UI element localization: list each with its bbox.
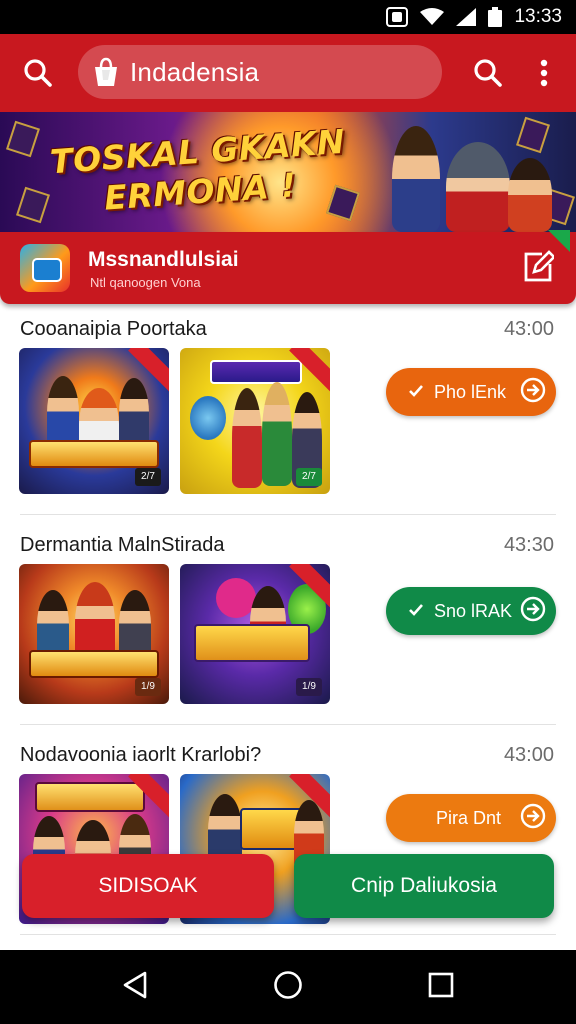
banner-card-decoration <box>6 120 40 158</box>
action-button-label: Pho lEnk <box>434 381 507 402</box>
search-icon[interactable] <box>16 51 60 95</box>
thumbnail-logo <box>210 360 302 384</box>
status-bar: 13:33 <box>0 0 576 34</box>
more-vert-icon[interactable] <box>522 51 566 95</box>
thumbnail-logo <box>35 782 145 812</box>
thumbnail-tag: 2/7 <box>135 468 161 486</box>
arrow-circle-icon <box>520 377 546 408</box>
game-section: Dermantia MalnStirada 43:30 1/9 1/9 Sno … <box>0 534 576 724</box>
thumbnail-character <box>190 396 226 440</box>
game-thumbnail[interactable]: 2/7 <box>180 348 330 494</box>
game-thumbnail[interactable]: 1/9 <box>180 564 330 704</box>
section-title: Nodavoonia iaorlt Krarlobi? <box>20 744 262 766</box>
action-button-label: Pira Dnt <box>436 807 502 828</box>
app-bar: Indadensia <box>0 34 576 112</box>
thumbnail-character <box>262 382 292 486</box>
right-bottom-button[interactable]: Cnip Daliukosia <box>294 854 554 918</box>
section-time: 43:00 <box>503 318 554 340</box>
check-icon <box>408 382 424 403</box>
thumbnail-logo <box>29 440 159 468</box>
nfc-icon <box>386 7 409 27</box>
promo-banner[interactable]: TOSKAL GKAKN ERMONA ! <box>0 112 576 232</box>
section-divider <box>20 934 556 935</box>
signal-icon <box>456 8 477 26</box>
featured-app-icon <box>20 244 70 292</box>
action-button-label: Sno lRAK <box>434 600 513 621</box>
thumbnail-tag: 2/7 <box>296 468 322 486</box>
check-icon <box>408 601 424 622</box>
banner-character <box>446 142 510 232</box>
banner-character <box>508 158 552 232</box>
section-time: 43:00 <box>503 744 554 766</box>
status-time: 13:33 <box>514 6 562 27</box>
right-bottom-button-label: Cnip Daliukosia <box>351 874 497 897</box>
section-action-button[interactable]: Pira Dnt <box>386 794 556 842</box>
app-title: Indadensia <box>130 56 260 87</box>
edit-icon[interactable] <box>522 248 556 284</box>
arrow-circle-icon <box>520 803 546 834</box>
thumbnail-logo <box>29 650 159 678</box>
section-action-button[interactable]: Sno lRAK <box>386 587 556 635</box>
back-triangle-icon[interactable] <box>122 971 148 1004</box>
search-icon[interactable] <box>466 51 510 95</box>
section-divider <box>20 514 556 515</box>
arrow-circle-icon <box>520 596 546 627</box>
shopping-bag-icon <box>90 56 122 88</box>
game-thumbnail[interactable]: 2/7 <box>19 348 169 494</box>
search-bar[interactable]: Indadensia <box>78 45 442 99</box>
game-thumbnail[interactable]: 1/9 <box>19 564 169 704</box>
featured-app-subtitle: Ntl qanoogen Vona <box>90 275 201 290</box>
section-time: 43:30 <box>503 534 554 556</box>
game-section: Cooanaipia Poortaka 43:00 2/7 2/7 Pho lE… <box>0 318 576 514</box>
left-bottom-button[interactable]: SIDISOAK <box>22 854 274 918</box>
left-bottom-button-label: SIDISOAK <box>98 874 198 897</box>
section-action-button[interactable]: Pho lEnk <box>386 368 556 416</box>
recents-square-icon[interactable] <box>428 972 454 1003</box>
wifi-icon <box>420 8 445 26</box>
featured-app-name: Mssnandlulsiai <box>88 248 239 271</box>
banner-character <box>392 126 440 232</box>
section-title: Dermantia MalnStirada <box>20 534 225 556</box>
thumbnail-tag: 1/9 <box>296 678 322 696</box>
section-divider <box>20 724 556 725</box>
thumbnail-character <box>47 376 79 450</box>
thumbnail-character <box>119 378 149 448</box>
featured-app-header[interactable]: Mssnandlulsiai Ntl qanoogen Vona <box>0 230 576 304</box>
thumbnail-logo <box>194 624 310 662</box>
battery-icon <box>488 7 503 27</box>
section-title: Cooanaipia Poortaka <box>20 318 207 340</box>
banner-card-decoration <box>516 116 550 154</box>
thumbnail-character <box>232 388 262 488</box>
system-nav-bar <box>0 950 576 1024</box>
thumbnail-tag: 1/9 <box>135 678 161 696</box>
home-circle-icon[interactable] <box>273 970 303 1005</box>
